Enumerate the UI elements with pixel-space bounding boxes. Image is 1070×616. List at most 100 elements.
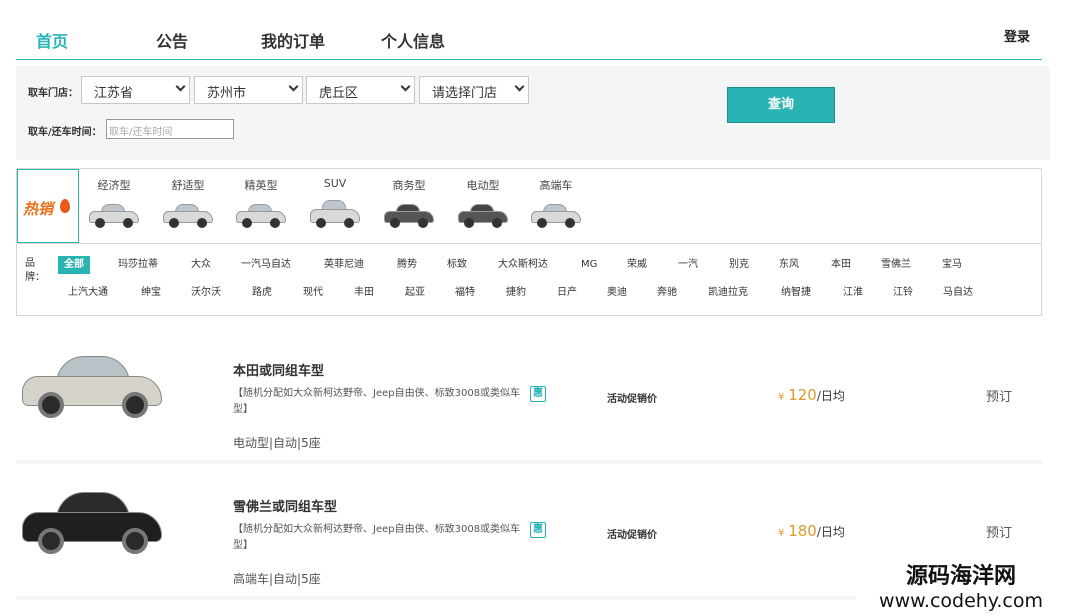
brand-item[interactable]: 奔驰 [657, 284, 677, 302]
type-premium[interactable]: 高端车 [526, 177, 586, 229]
car-spec: 电动型|自动|5座 [233, 436, 321, 450]
filter-panel: 热销 经济型 舒适型 精英型 SUV 商务型 电动型 高端车 品牌： 全部 玛莎… [16, 168, 1042, 316]
divider [17, 243, 1041, 244]
brand-item[interactable]: 凯迪拉克 [708, 284, 748, 302]
promo-label: 活动促销价 [607, 530, 657, 541]
brand-item[interactable]: 别克 [729, 256, 749, 274]
hot-sale-label: 热销 [23, 200, 54, 218]
brand-item[interactable]: 捷豹 [506, 284, 526, 302]
district-select[interactable]: 虎丘区 [306, 76, 415, 104]
brand-item[interactable]: 绅宝 [141, 284, 161, 302]
discount-icon: 惠 [530, 522, 546, 538]
book-button[interactable]: 预订 [986, 522, 1012, 541]
type-economy[interactable]: 经济型 [84, 177, 144, 229]
type-label: 商务型 [392, 179, 426, 192]
car-icon [236, 203, 286, 229]
brand-item[interactable]: MG [581, 256, 597, 274]
car-icon [458, 203, 508, 229]
city-select[interactable]: 苏州市 [194, 76, 303, 104]
type-suv[interactable]: SUV [305, 177, 365, 229]
top-nav: 首页 公告 我的订单 个人信息 登录 [16, 0, 1042, 60]
price-value: 120 [788, 386, 817, 404]
nav-my-orders[interactable]: 我的订单 [261, 28, 325, 52]
price: ¥ 120/日均 [778, 386, 845, 404]
watermark: 源码海洋网 www.codehy.com [856, 558, 1066, 612]
province-select[interactable]: 江苏省 [81, 76, 190, 104]
brand-item[interactable]: 上汽大通 [68, 284, 108, 302]
pickup-return-time-input[interactable]: 取车/还车时间 [106, 119, 234, 139]
chevron-down-icon [400, 81, 411, 92]
brand-item[interactable]: 腾势 [397, 256, 417, 274]
brand-item[interactable]: 英菲尼迪 [324, 256, 364, 274]
brand-item[interactable]: 福特 [455, 284, 475, 302]
brand-item[interactable]: 东风 [779, 256, 799, 274]
promo-label: 活动促销价 [607, 394, 657, 405]
car-photo [22, 488, 162, 558]
brand-item[interactable]: 一汽 [678, 256, 698, 274]
nav-home[interactable]: 首页 [36, 28, 68, 52]
currency-symbol: ¥ [778, 528, 785, 539]
city-value: 苏州市 [207, 86, 247, 101]
chevron-down-icon [175, 81, 186, 92]
brand-item[interactable]: 标致 [447, 256, 467, 274]
type-label: SUV [323, 177, 347, 190]
page: 首页 公告 我的订单 个人信息 登录 取车门店： 江苏省 苏州市 虎丘区 请选择… [0, 0, 1070, 616]
chevron-down-icon [288, 81, 299, 92]
brand-item[interactable]: 马自达 [943, 284, 973, 302]
brand-item[interactable]: 起亚 [405, 284, 425, 302]
watermark-title: 源码海洋网 [905, 564, 1016, 589]
brand-item[interactable]: 大众 [191, 256, 211, 274]
type-label: 电动型 [466, 179, 500, 192]
car-icon [163, 203, 213, 229]
type-electric[interactable]: 电动型 [453, 177, 513, 229]
chevron-down-icon [514, 81, 525, 92]
price: ¥ 180/日均 [778, 522, 845, 540]
type-elite[interactable]: 精英型 [231, 177, 291, 229]
brand-item[interactable]: 丰田 [354, 284, 374, 302]
car-title: 本田或同组车型 [233, 364, 325, 379]
type-label: 舒适型 [171, 179, 205, 192]
brand-item[interactable]: 日产 [557, 284, 577, 302]
brand-item[interactable]: 雪佛兰 [881, 256, 911, 274]
type-label: 高端车 [539, 179, 573, 192]
car-description: 【随机分配如大众新柯达野帝、Jeep自由侠、标致3008或类似车型】 [233, 388, 521, 415]
car-icon [384, 203, 434, 229]
car-icon [89, 203, 139, 229]
watermark-url: www.codehy.com [879, 590, 1043, 612]
currency-symbol: ¥ [778, 392, 785, 403]
brand-item[interactable]: 沃尔沃 [191, 284, 221, 302]
brand-item[interactable]: 一汽马自达 [241, 256, 291, 274]
brand-item[interactable]: 荣威 [627, 256, 647, 274]
book-button[interactable]: 预订 [986, 386, 1012, 405]
brand-item[interactable]: 奥迪 [607, 284, 627, 302]
brand-item[interactable]: 本田 [831, 256, 851, 274]
type-comfort[interactable]: 舒适型 [158, 177, 218, 229]
brand-all[interactable]: 全部 [58, 256, 90, 274]
brand-item[interactable]: 宝马 [942, 256, 962, 274]
nav-notice[interactable]: 公告 [156, 28, 188, 52]
brand-item[interactable]: 江铃 [893, 284, 913, 302]
brand-label: 品牌： [25, 258, 45, 283]
district-value: 虎丘区 [319, 86, 359, 101]
brand-item[interactable]: 现代 [303, 284, 323, 302]
store-label: 取车门店： [28, 88, 78, 99]
store-select[interactable]: 请选择门店 [419, 76, 529, 104]
brand-item[interactable]: 玛莎拉蒂 [118, 256, 158, 274]
store-value: 请选择门店 [432, 86, 498, 101]
time-label: 取车/还车时间： [28, 127, 102, 138]
hot-sale-tab[interactable]: 热销 [17, 169, 79, 243]
price-value: 180 [788, 522, 817, 540]
type-business[interactable]: 商务型 [379, 177, 439, 229]
price-unit: /日均 [816, 525, 845, 539]
brand-item[interactable]: 纳智捷 [781, 284, 811, 302]
nav-profile[interactable]: 个人信息 [381, 28, 445, 52]
type-label: 经济型 [97, 179, 131, 192]
login-link[interactable]: 登录 [1004, 26, 1030, 45]
brand-item[interactable]: 江淮 [843, 284, 863, 302]
search-button[interactable]: 查询 [727, 87, 835, 123]
car-photo [22, 352, 162, 422]
brand-item[interactable]: 路虎 [252, 284, 272, 302]
brand-item[interactable]: 大众斯柯达 [498, 256, 548, 274]
car-description: 【随机分配如大众新柯达野帝、Jeep自由侠、标致3008或类似车型】 [233, 524, 521, 551]
car-spec: 高端车|自动|5座 [233, 572, 321, 586]
